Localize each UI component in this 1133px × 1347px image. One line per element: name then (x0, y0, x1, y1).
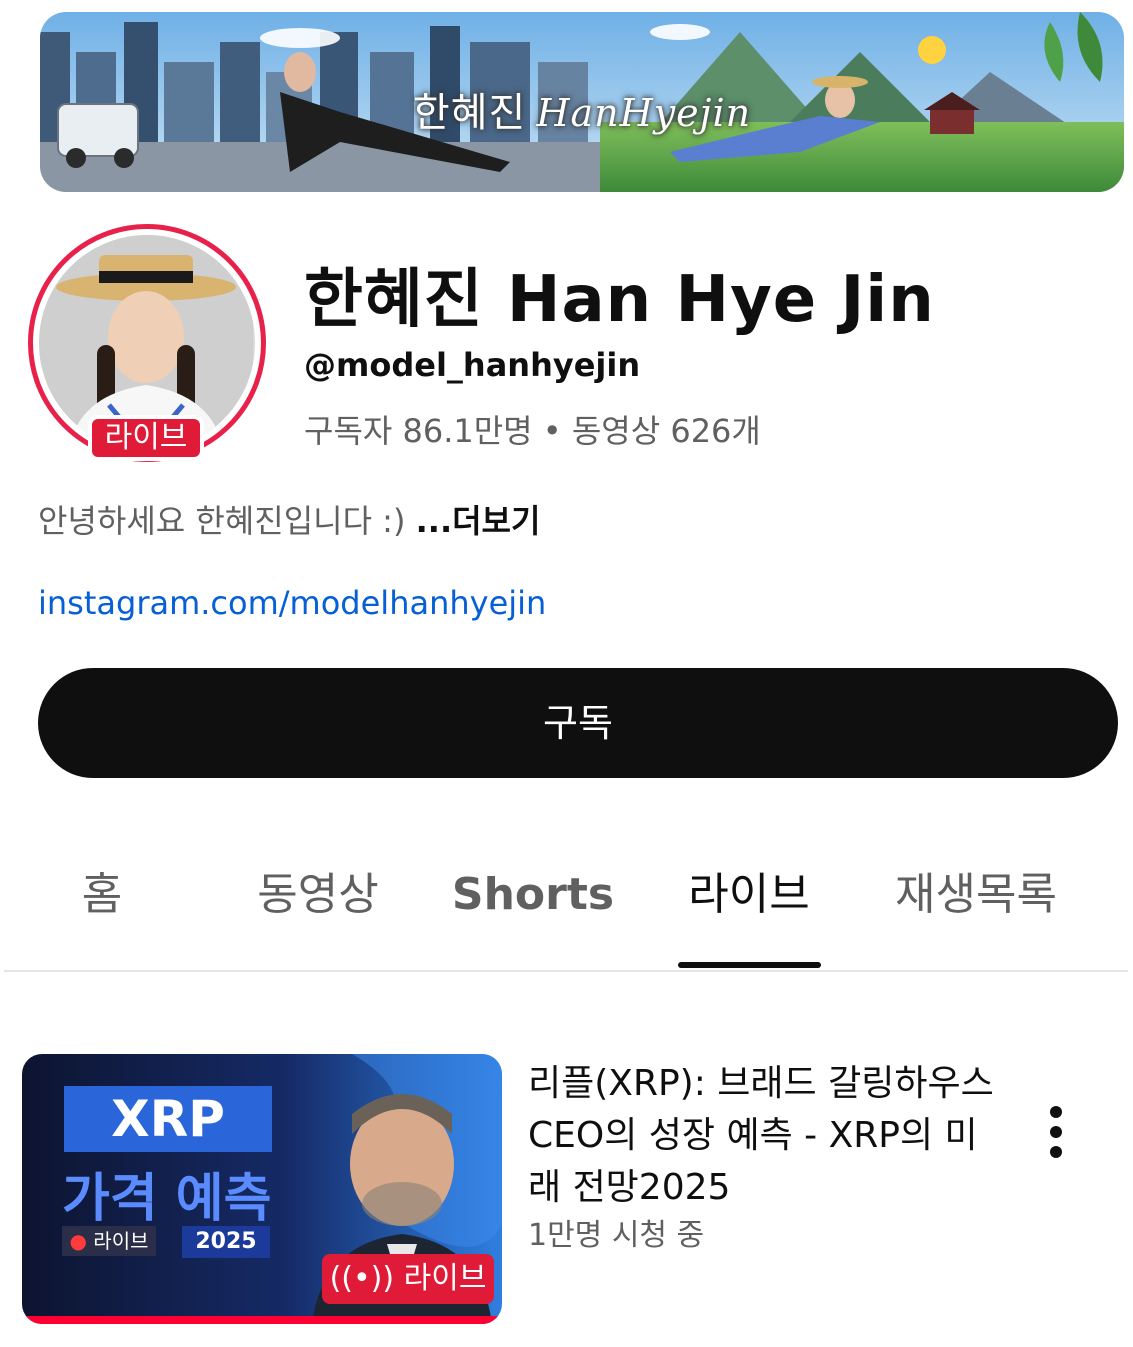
thumbnail-live-label: 라이브 (403, 1261, 487, 1296)
video-thumbnail[interactable]: XRP 가격 예측 ● 라이브 2025 ((•)) 라이브 (22, 1054, 502, 1324)
tab-playlists[interactable]: 재생목록 (884, 860, 1068, 930)
thumbnail-small-live-label: 라이브 (93, 1229, 149, 1253)
thumbnail-headline: XRP (64, 1086, 272, 1152)
more-link[interactable]: ...더보기 (416, 502, 541, 540)
kebab-dot (1050, 1106, 1062, 1118)
channel-banner: 한혜진 HanHyejin (40, 12, 1124, 192)
watch-progress-bar (22, 1316, 502, 1324)
kebab-dot (1050, 1146, 1062, 1158)
tab-home[interactable]: 홈 (40, 860, 164, 930)
thumbnail-subheadline: 가격 예측 (62, 1169, 272, 1229)
channel-external-link[interactable]: instagram.com/modelhanhyejin (38, 584, 546, 622)
tab-live[interactable]: 라이브 (670, 860, 828, 930)
channel-name: 한혜진 Han Hye Jin (304, 263, 935, 337)
video-viewers: 1만명 시청 중 (528, 1218, 705, 1253)
kebab-dot (1050, 1126, 1062, 1138)
channel-handle: @model_hanhyejin (304, 346, 641, 384)
broadcast-icon: ((•)) (329, 1261, 404, 1296)
tabs-divider (4, 970, 1128, 972)
video-title[interactable]: 리플(XRP): 브래드 갈링하우스 CEO의 성장 예측 - XRP의 미래 … (528, 1058, 998, 1214)
subscribe-button[interactable]: 구독 (38, 668, 1118, 778)
channel-description[interactable]: 안녕하세요 한혜진입니다 :) ...더보기 (38, 496, 540, 542)
banner-title: 한혜진 HanHyejin (40, 80, 1124, 138)
avatar-live-badge[interactable]: 라이브 (88, 415, 204, 461)
active-tab-indicator (678, 962, 821, 968)
tab-shorts[interactable]: Shorts (448, 860, 618, 930)
thumbnail-small-live-badge: ● 라이브 (62, 1226, 156, 1256)
tab-videos[interactable]: 동영상 (238, 860, 398, 930)
banner-title-korean: 한혜진 (412, 90, 527, 136)
more-options-icon[interactable] (1036, 1100, 1076, 1160)
channel-tabs: 홈 동영상 Shorts 라이브 재생목록 (0, 860, 1133, 970)
thumbnail-live-badge: ((•)) 라이브 (322, 1254, 494, 1304)
live-dot-icon: ● (69, 1229, 94, 1253)
description-text: 안녕하세요 한혜진입니다 :) (38, 502, 406, 540)
banner-title-script: HanHyejin (536, 91, 752, 135)
thumbnail-year: 2025 (182, 1226, 270, 1258)
channel-stats: 구독자 86.1만명 • 동영상 626개 (304, 412, 761, 450)
